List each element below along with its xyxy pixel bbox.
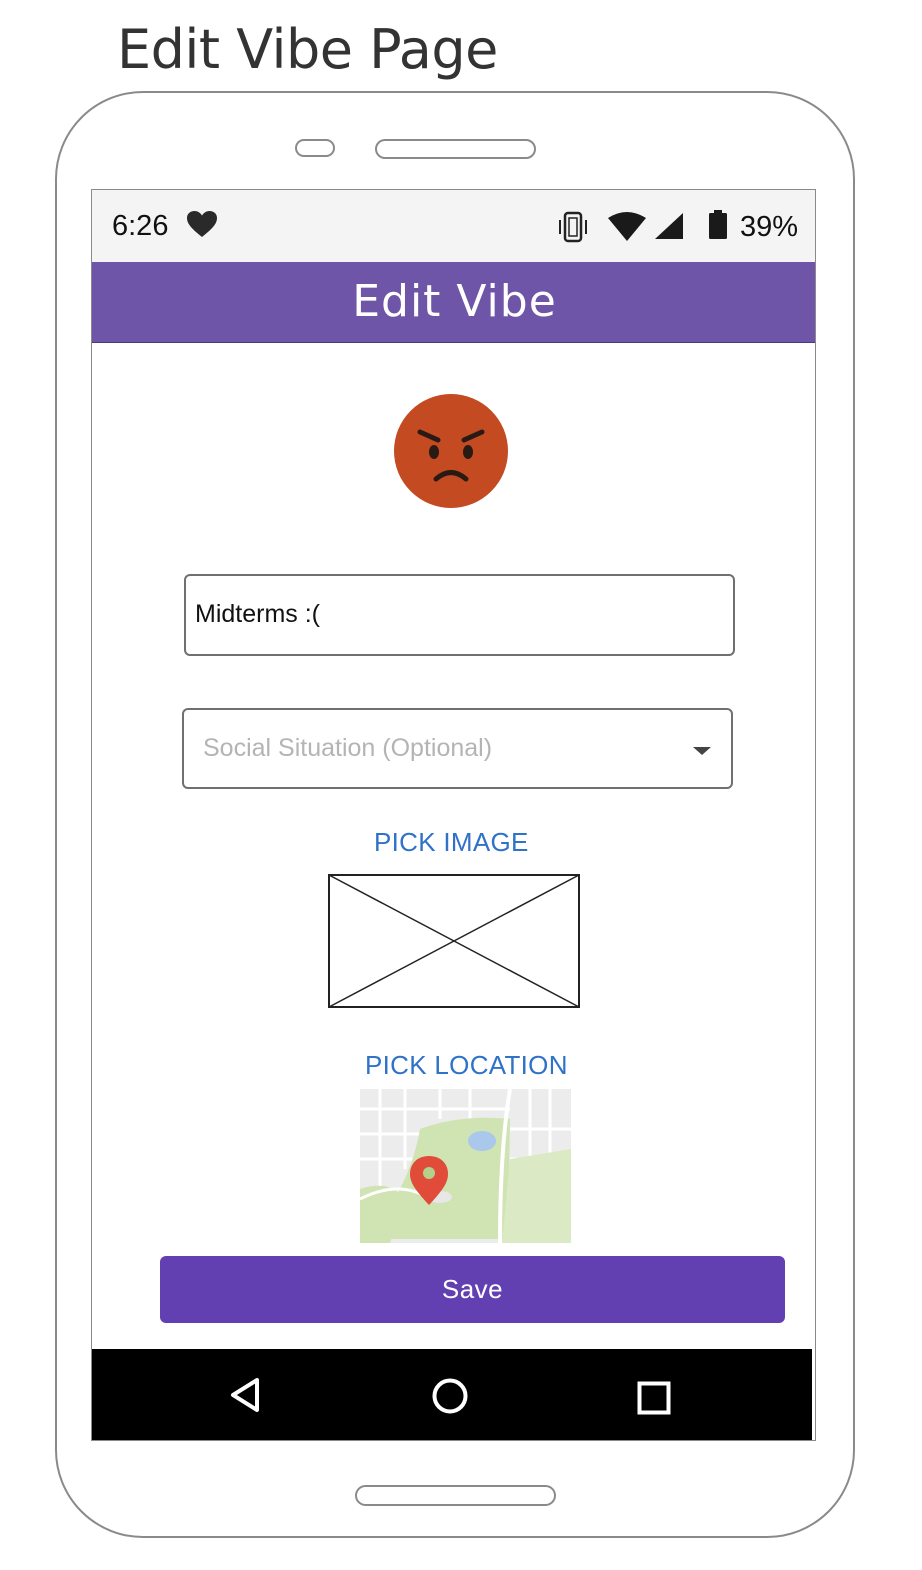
back-icon[interactable] <box>229 1377 261 1413</box>
vibe-title-value: Midterms :( <box>195 600 320 628</box>
wifi-icon <box>608 212 646 241</box>
app-bar: Edit Vibe <box>92 262 815 343</box>
pick-location-button[interactable]: PICK LOCATION <box>365 1050 568 1081</box>
save-button[interactable]: Save <box>160 1256 785 1323</box>
status-time: 6:26 <box>112 210 169 242</box>
vibe-title-input[interactable]: Midterms :( <box>184 574 735 656</box>
social-situation-select[interactable]: Social Situation (Optional) <box>182 708 733 789</box>
physical-home-slot <box>355 1485 556 1506</box>
front-camera <box>295 139 335 157</box>
cell-signal-icon <box>655 213 683 239</box>
social-situation-placeholder: Social Situation (Optional) <box>203 734 493 762</box>
angry-face-icon[interactable] <box>394 394 508 508</box>
battery-percent: 39% <box>740 211 799 243</box>
heart-icon <box>187 211 217 237</box>
status-bar: 6:26 39% <box>92 190 815 262</box>
recents-icon[interactable] <box>637 1381 671 1415</box>
pick-image-button[interactable]: PICK IMAGE <box>374 827 529 858</box>
dropdown-arrow-icon <box>693 747 711 755</box>
system-nav-bar <box>92 1349 812 1440</box>
app-bar-title: Edit Vibe <box>352 276 557 327</box>
battery-icon <box>709 210 727 239</box>
map-thumbnail[interactable] <box>360 1089 571 1243</box>
vibrate-icon <box>559 211 587 243</box>
image-placeholder[interactable] <box>328 874 580 1008</box>
earpiece-speaker <box>375 139 536 159</box>
phone-screen: 6:26 39% Edit Vibe Midterms:(Social Si… <box>91 189 816 1441</box>
page-heading: Edit Vibe Page <box>117 18 498 81</box>
home-icon[interactable] <box>431 1377 469 1415</box>
